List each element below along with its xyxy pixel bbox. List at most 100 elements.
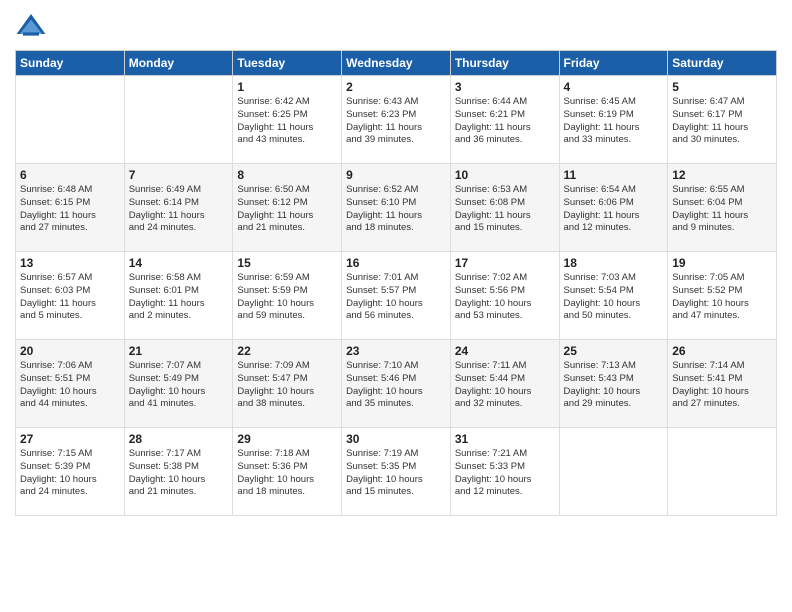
calendar-cell: 16 Sunrise: 7:01 AM Sunset: 5:57 PM Dayli… bbox=[342, 252, 451, 340]
logo-icon bbox=[15, 10, 47, 42]
day-info: Sunrise: 6:52 AM Sunset: 6:10 PM Dayligh… bbox=[346, 184, 446, 235]
calendar-cell: 29 Sunrise: 7:18 AM Sunset: 5:36 PM Dayli… bbox=[233, 428, 342, 516]
calendar-cell: 8 Sunrise: 6:50 AM Sunset: 6:12 PM Daylig… bbox=[233, 164, 342, 252]
calendar-cell bbox=[124, 76, 233, 164]
calendar-cell: 28 Sunrise: 7:17 AM Sunset: 5:38 PM Dayli… bbox=[124, 428, 233, 516]
day-info: Sunrise: 6:44 AM Sunset: 6:21 PM Dayligh… bbox=[455, 96, 555, 147]
day-info: Sunrise: 6:50 AM Sunset: 6:12 PM Dayligh… bbox=[237, 184, 337, 235]
main-container: SundayMondayTuesdayWednesdayThursdayFrid… bbox=[0, 0, 792, 526]
day-number: 2 bbox=[346, 80, 446, 94]
day-number: 4 bbox=[564, 80, 664, 94]
day-number: 19 bbox=[672, 256, 772, 270]
day-number: 22 bbox=[237, 344, 337, 358]
day-number: 21 bbox=[129, 344, 229, 358]
calendar-cell: 21 Sunrise: 7:07 AM Sunset: 5:49 PM Dayli… bbox=[124, 340, 233, 428]
day-info: Sunrise: 7:01 AM Sunset: 5:57 PM Dayligh… bbox=[346, 272, 446, 323]
calendar-cell: 2 Sunrise: 6:43 AM Sunset: 6:23 PM Daylig… bbox=[342, 76, 451, 164]
day-info: Sunrise: 6:47 AM Sunset: 6:17 PM Dayligh… bbox=[672, 96, 772, 147]
day-number: 31 bbox=[455, 432, 555, 446]
calendar-cell: 24 Sunrise: 7:11 AM Sunset: 5:44 PM Dayli… bbox=[450, 340, 559, 428]
day-number: 11 bbox=[564, 168, 664, 182]
calendar-body: 1 Sunrise: 6:42 AM Sunset: 6:25 PM Daylig… bbox=[16, 76, 777, 516]
calendar-week-2: 6 Sunrise: 6:48 AM Sunset: 6:15 PM Daylig… bbox=[16, 164, 777, 252]
calendar-cell: 30 Sunrise: 7:19 AM Sunset: 5:35 PM Dayli… bbox=[342, 428, 451, 516]
weekday-row: SundayMondayTuesdayWednesdayThursdayFrid… bbox=[16, 51, 777, 76]
day-number: 30 bbox=[346, 432, 446, 446]
calendar-week-5: 27 Sunrise: 7:15 AM Sunset: 5:39 PM Dayli… bbox=[16, 428, 777, 516]
calendar-table: SundayMondayTuesdayWednesdayThursdayFrid… bbox=[15, 50, 777, 516]
day-number: 15 bbox=[237, 256, 337, 270]
day-number: 5 bbox=[672, 80, 772, 94]
day-number: 6 bbox=[20, 168, 120, 182]
day-info: Sunrise: 7:07 AM Sunset: 5:49 PM Dayligh… bbox=[129, 360, 229, 411]
day-number: 26 bbox=[672, 344, 772, 358]
day-info: Sunrise: 7:21 AM Sunset: 5:33 PM Dayligh… bbox=[455, 448, 555, 499]
day-info: Sunrise: 7:03 AM Sunset: 5:54 PM Dayligh… bbox=[564, 272, 664, 323]
calendar-cell: 18 Sunrise: 7:03 AM Sunset: 5:54 PM Dayli… bbox=[559, 252, 668, 340]
day-number: 16 bbox=[346, 256, 446, 270]
weekday-header-wednesday: Wednesday bbox=[342, 51, 451, 76]
day-number: 14 bbox=[129, 256, 229, 270]
day-info: Sunrise: 6:42 AM Sunset: 6:25 PM Dayligh… bbox=[237, 96, 337, 147]
day-number: 28 bbox=[129, 432, 229, 446]
calendar-cell bbox=[16, 76, 125, 164]
page-header bbox=[15, 10, 777, 42]
calendar-cell: 26Sunrise: 7:14 AM Sunset: 5:41 PM Dayli… bbox=[668, 340, 777, 428]
weekday-header-tuesday: Tuesday bbox=[233, 51, 342, 76]
calendar-week-1: 1 Sunrise: 6:42 AM Sunset: 6:25 PM Daylig… bbox=[16, 76, 777, 164]
weekday-header-monday: Monday bbox=[124, 51, 233, 76]
day-info: Sunrise: 7:19 AM Sunset: 5:35 PM Dayligh… bbox=[346, 448, 446, 499]
day-info: Sunrise: 7:02 AM Sunset: 5:56 PM Dayligh… bbox=[455, 272, 555, 323]
logo bbox=[15, 10, 51, 42]
day-info: Sunrise: 6:58 AM Sunset: 6:01 PM Dayligh… bbox=[129, 272, 229, 323]
day-info: Sunrise: 6:59 AM Sunset: 5:59 PM Dayligh… bbox=[237, 272, 337, 323]
calendar-cell: 1 Sunrise: 6:42 AM Sunset: 6:25 PM Daylig… bbox=[233, 76, 342, 164]
day-info: Sunrise: 7:13 AM Sunset: 5:43 PM Dayligh… bbox=[564, 360, 664, 411]
calendar-cell: 7Sunrise: 6:49 AM Sunset: 6:14 PM Daylig… bbox=[124, 164, 233, 252]
day-info: Sunrise: 7:15 AM Sunset: 5:39 PM Dayligh… bbox=[20, 448, 120, 499]
day-info: Sunrise: 7:17 AM Sunset: 5:38 PM Dayligh… bbox=[129, 448, 229, 499]
calendar-cell: 22Sunrise: 7:09 AM Sunset: 5:47 PM Dayli… bbox=[233, 340, 342, 428]
weekday-header-thursday: Thursday bbox=[450, 51, 559, 76]
weekday-header-sunday: Sunday bbox=[16, 51, 125, 76]
weekday-header-friday: Friday bbox=[559, 51, 668, 76]
calendar-cell: 17 Sunrise: 7:02 AM Sunset: 5:56 PM Dayli… bbox=[450, 252, 559, 340]
weekday-header-saturday: Saturday bbox=[668, 51, 777, 76]
calendar-cell: 3Sunrise: 6:44 AM Sunset: 6:21 PM Daylig… bbox=[450, 76, 559, 164]
day-number: 29 bbox=[237, 432, 337, 446]
day-number: 1 bbox=[237, 80, 337, 94]
day-info: Sunrise: 7:05 AM Sunset: 5:52 PM Dayligh… bbox=[672, 272, 772, 323]
calendar-cell: 10Sunrise: 6:53 AM Sunset: 6:08 PM Dayli… bbox=[450, 164, 559, 252]
day-number: 23 bbox=[346, 344, 446, 358]
day-number: 25 bbox=[564, 344, 664, 358]
day-info: Sunrise: 7:11 AM Sunset: 5:44 PM Dayligh… bbox=[455, 360, 555, 411]
day-info: Sunrise: 6:55 AM Sunset: 6:04 PM Dayligh… bbox=[672, 184, 772, 235]
calendar-cell: 23 Sunrise: 7:10 AM Sunset: 5:46 PM Dayli… bbox=[342, 340, 451, 428]
calendar-cell: 13Sunrise: 6:57 AM Sunset: 6:03 PM Dayli… bbox=[16, 252, 125, 340]
day-number: 12 bbox=[672, 168, 772, 182]
day-info: Sunrise: 6:43 AM Sunset: 6:23 PM Dayligh… bbox=[346, 96, 446, 147]
day-number: 7 bbox=[129, 168, 229, 182]
day-info: Sunrise: 7:10 AM Sunset: 5:46 PM Dayligh… bbox=[346, 360, 446, 411]
calendar-cell: 14 Sunrise: 6:58 AM Sunset: 6:01 PM Dayli… bbox=[124, 252, 233, 340]
calendar-cell: 20 Sunrise: 7:06 AM Sunset: 5:51 PM Dayli… bbox=[16, 340, 125, 428]
day-number: 24 bbox=[455, 344, 555, 358]
day-number: 17 bbox=[455, 256, 555, 270]
day-number: 9 bbox=[346, 168, 446, 182]
day-number: 10 bbox=[455, 168, 555, 182]
calendar-week-4: 20 Sunrise: 7:06 AM Sunset: 5:51 PM Dayli… bbox=[16, 340, 777, 428]
calendar-cell: 27 Sunrise: 7:15 AM Sunset: 5:39 PM Dayli… bbox=[16, 428, 125, 516]
day-info: Sunrise: 7:06 AM Sunset: 5:51 PM Dayligh… bbox=[20, 360, 120, 411]
day-number: 27 bbox=[20, 432, 120, 446]
calendar-header: SundayMondayTuesdayWednesdayThursdayFrid… bbox=[16, 51, 777, 76]
calendar-cell: 9 Sunrise: 6:52 AM Sunset: 6:10 PM Daylig… bbox=[342, 164, 451, 252]
calendar-cell: 12 Sunrise: 6:55 AM Sunset: 6:04 PM Dayli… bbox=[668, 164, 777, 252]
day-number: 18 bbox=[564, 256, 664, 270]
calendar-cell: 31 Sunrise: 7:21 AM Sunset: 5:33 PM Dayli… bbox=[450, 428, 559, 516]
calendar-cell: 5 Sunrise: 6:47 AM Sunset: 6:17 PM Daylig… bbox=[668, 76, 777, 164]
day-info: Sunrise: 7:18 AM Sunset: 5:36 PM Dayligh… bbox=[237, 448, 337, 499]
day-number: 13 bbox=[20, 256, 120, 270]
day-number: 8 bbox=[237, 168, 337, 182]
day-number: 20 bbox=[20, 344, 120, 358]
day-info: Sunrise: 6:48 AM Sunset: 6:15 PM Dayligh… bbox=[20, 184, 120, 235]
